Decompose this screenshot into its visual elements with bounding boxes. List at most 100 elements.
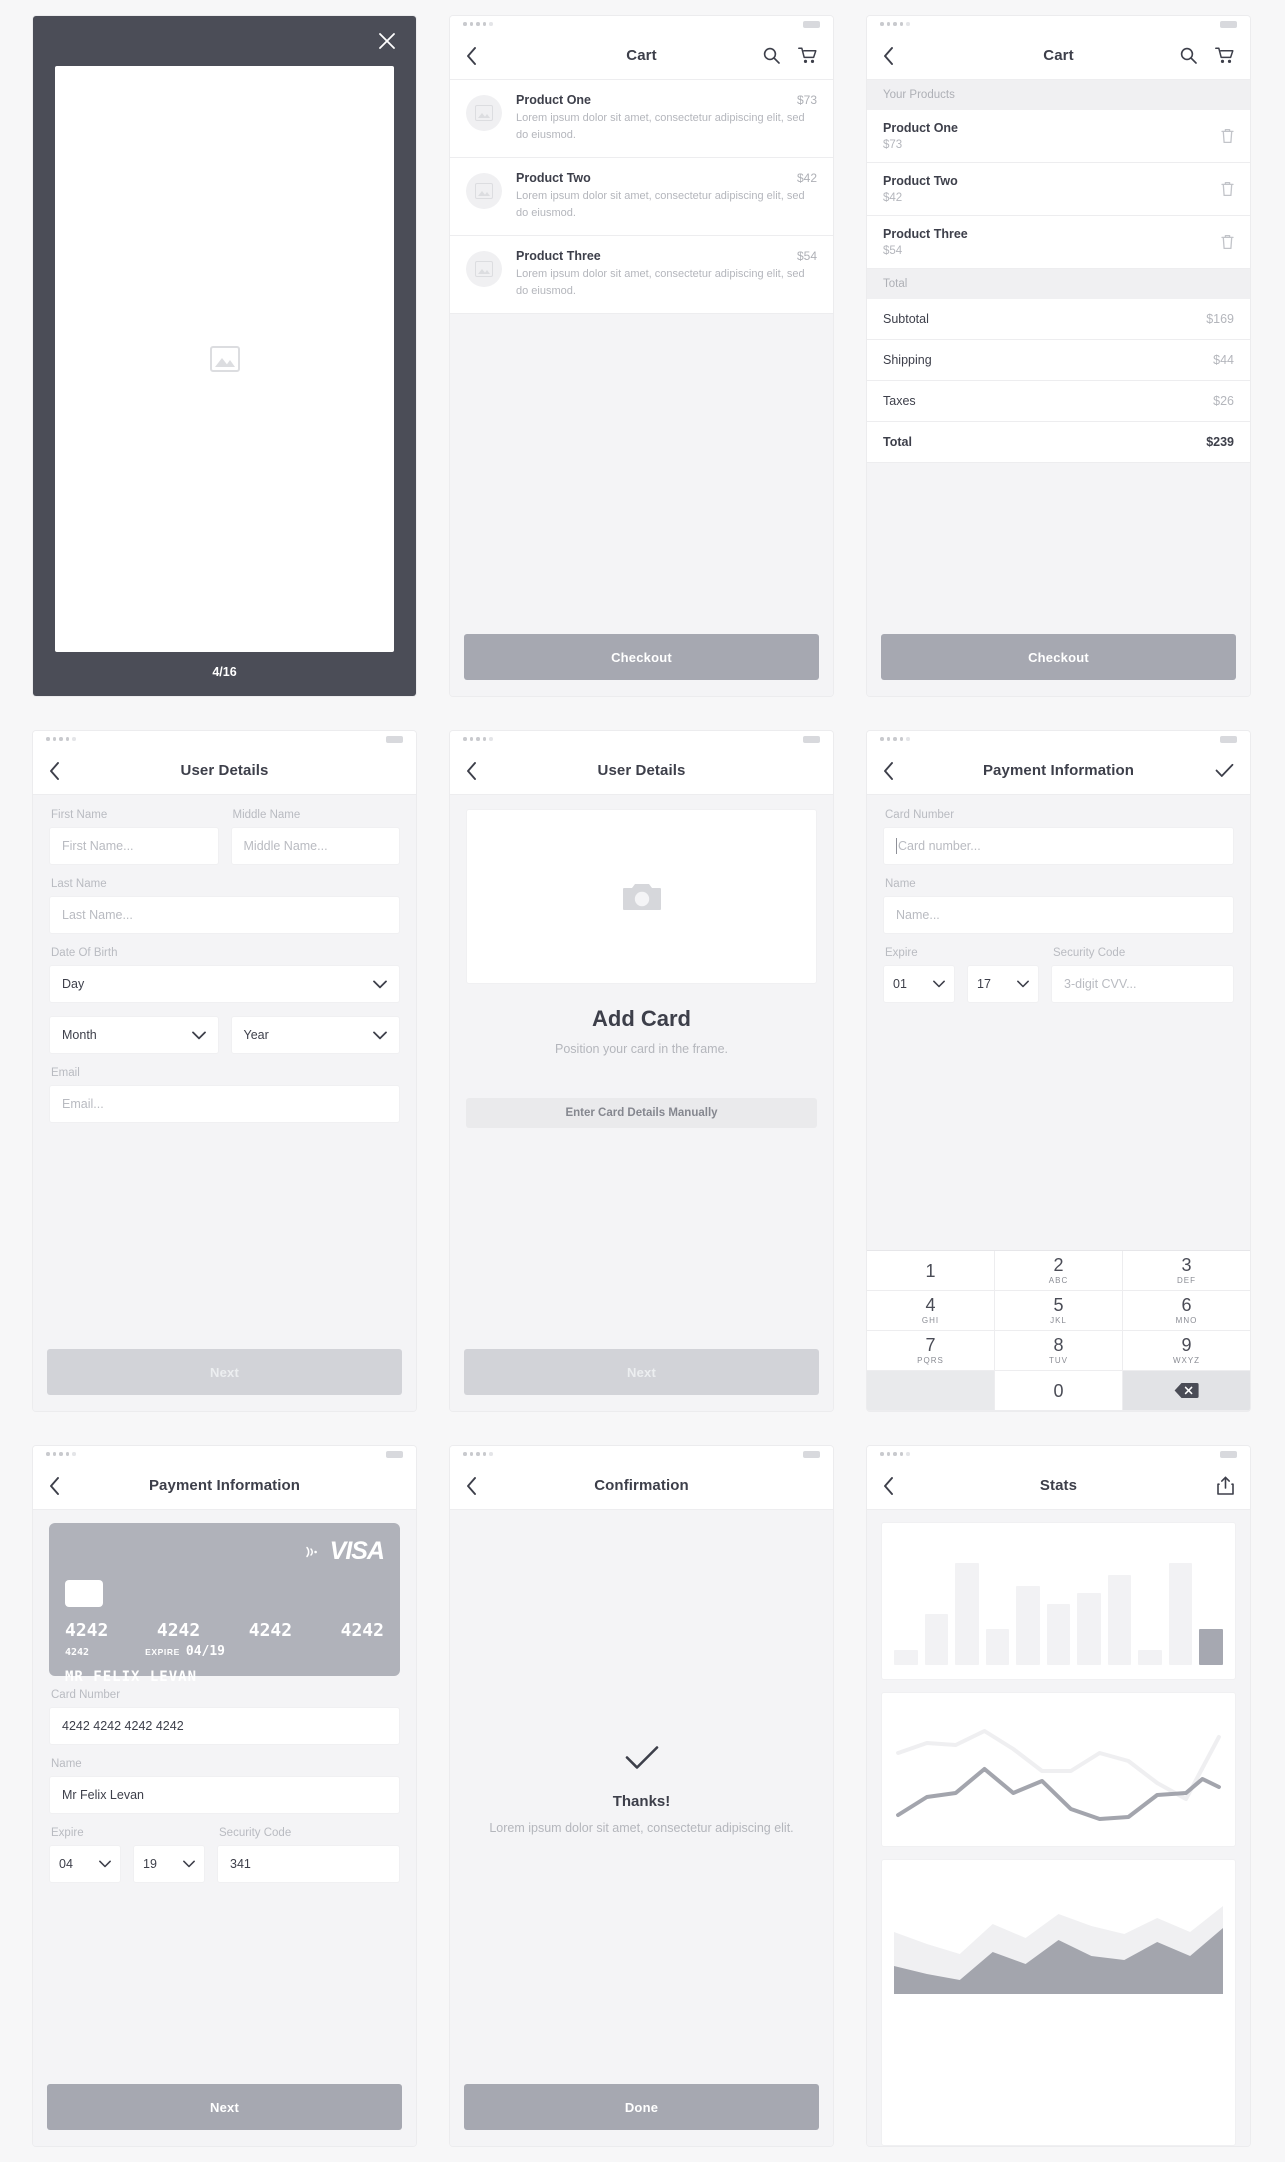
page-title: User Details (180, 762, 269, 779)
chevron-left-icon[interactable] (49, 1476, 60, 1495)
signal-dots-icon (463, 1452, 493, 1456)
key-0[interactable]: 0 (995, 1371, 1123, 1411)
expire-month-select[interactable]: 01 (883, 965, 955, 1003)
page-title: Confirmation (594, 1477, 689, 1494)
next-button[interactable]: Next (47, 1349, 402, 1395)
chevron-left-icon[interactable] (883, 46, 894, 65)
status-bar (867, 16, 1250, 32)
first-name-input[interactable]: First Name... (49, 827, 219, 865)
name-input[interactable]: Mr Felix Levan (49, 1776, 400, 1814)
last-name-input[interactable]: Last Name... (49, 896, 400, 934)
product-price: $73 (796, 93, 817, 107)
cvv-input[interactable]: 3-digit CVV... (1051, 965, 1234, 1003)
search-icon[interactable] (763, 47, 780, 64)
battery-icon (1220, 1450, 1237, 1458)
payment-filled-body: VISA 4242 4242 4242 4242 4242 EXPIRE 04/… (33, 1510, 416, 2146)
name-input[interactable]: Name... (883, 896, 1234, 934)
signal-dots-icon (46, 1452, 76, 1456)
summary-product-row[interactable]: Product Three $54 (867, 216, 1250, 269)
check-icon[interactable] (1215, 763, 1234, 778)
checkout-button[interactable]: Checkout (464, 634, 819, 680)
key-2[interactable]: 2 ABC (995, 1251, 1123, 1291)
search-icon[interactable] (1180, 47, 1197, 64)
chevron-left-icon[interactable] (466, 46, 477, 65)
chevron-down-icon (373, 1031, 387, 1040)
done-button[interactable]: Done (464, 2084, 819, 2130)
close-icon[interactable] (378, 32, 396, 50)
gallery-image[interactable] (55, 66, 394, 652)
key-4[interactable]: 4 GHI (867, 1291, 995, 1331)
card-number-group: 4242 (340, 1620, 384, 1641)
signal-dots-icon (880, 1452, 910, 1456)
battery-icon (803, 735, 820, 743)
year-select[interactable]: Year (230, 1016, 400, 1054)
cart-item[interactable]: Product Two $42 Lorem ipsum dolor sit am… (450, 158, 833, 236)
day-select[interactable]: Day (49, 965, 400, 1003)
next-button[interactable]: Next (47, 2084, 402, 2130)
enter-card-manually-button[interactable]: Enter Card Details Manually (466, 1098, 817, 1128)
key-5[interactable]: 5 JKL (995, 1291, 1123, 1331)
card-number-display: 4242 4242 4242 4242 (65, 1620, 384, 1641)
expire-label: Expire (885, 947, 918, 959)
payment-filled-form: Card Number 4242 4242 4242 4242 Name Mr … (33, 1676, 416, 1883)
cart-item[interactable]: Product Three $54 Lorem ipsum dolor sit … (450, 236, 833, 314)
key-3[interactable]: 3 DEF (1123, 1251, 1250, 1291)
key-number: 5 (1053, 1295, 1064, 1315)
key-9[interactable]: 9 WXYZ (1123, 1331, 1250, 1371)
bar (1107, 1575, 1132, 1665)
cart-item[interactable]: Product One $73 Lorem ipsum dolor sit am… (450, 80, 833, 158)
line-series-light (896, 1729, 1221, 1801)
chevron-down-icon (1017, 980, 1029, 988)
key-letters: TUV (1049, 1356, 1068, 1365)
card-number-input[interactable]: Card number... (883, 827, 1234, 865)
chevron-left-icon[interactable] (883, 761, 894, 780)
trash-icon[interactable] (1221, 234, 1234, 250)
trash-icon[interactable] (1221, 128, 1234, 144)
key-backspace[interactable] (1123, 1371, 1250, 1411)
bar (1046, 1603, 1071, 1665)
stats-body (867, 1510, 1250, 2146)
key-8[interactable]: 8 TUV (995, 1331, 1123, 1371)
key-7[interactable]: 7 PQRS (867, 1331, 995, 1371)
share-icon[interactable] (1217, 1476, 1234, 1495)
screen-gallery: 4/16 (33, 16, 416, 696)
middle-name-input[interactable]: Middle Name... (230, 827, 400, 865)
next-button[interactable]: Next (464, 1349, 819, 1395)
shopping-cart-icon[interactable] (798, 47, 817, 64)
user-details-form: First Name First Name... Middle Name Mid… (33, 795, 416, 1230)
chevron-left-icon[interactable] (466, 761, 477, 780)
product-thumbnail (466, 251, 502, 287)
key-number: 8 (1053, 1335, 1064, 1355)
chevron-left-icon[interactable] (49, 761, 60, 780)
email-input[interactable]: Email... (49, 1085, 400, 1123)
chevron-left-icon[interactable] (466, 1476, 477, 1495)
security-code-label: Security Code (1053, 947, 1126, 959)
shopping-cart-icon[interactable] (1215, 47, 1234, 64)
trash-icon[interactable] (1221, 181, 1234, 197)
cvv-input[interactable]: 341 (217, 1845, 400, 1883)
key-6[interactable]: 6 MNO (1123, 1291, 1250, 1331)
month-select[interactable]: Month (49, 1016, 219, 1054)
chevron-left-icon[interactable] (883, 1476, 894, 1495)
product-thumbnail (466, 173, 502, 209)
expire-year-select[interactable]: 19 (133, 1845, 205, 1883)
spacer (33, 1883, 416, 2072)
expire-month-select[interactable]: 04 (49, 1845, 121, 1883)
card-number-input[interactable]: 4242 4242 4242 4242 (49, 1707, 400, 1745)
total-label: Subtotal (883, 312, 929, 326)
summary-product-row[interactable]: Product Two $42 (867, 163, 1250, 216)
image-placeholder-icon (475, 183, 493, 199)
expire-year-select[interactable]: 17 (967, 965, 1039, 1003)
add-card-subheading: Position your card in the frame. (555, 1042, 728, 1056)
summary-product-row[interactable]: Product One $73 (867, 110, 1250, 163)
key-1[interactable]: 1 (867, 1251, 995, 1291)
checkout-button[interactable]: Checkout (881, 634, 1236, 680)
card-capture-frame[interactable] (466, 809, 817, 984)
product-description: Lorem ipsum dolor sit amet, consectetur … (516, 190, 805, 219)
image-placeholder-icon (475, 261, 493, 277)
bar-chart-card (881, 1522, 1236, 1680)
first-name-label: First Name (51, 809, 108, 821)
bar (1138, 1649, 1162, 1665)
page-title: User Details (597, 762, 686, 779)
keypad-row: 7 PQRS 8 TUV 9 WXYZ (867, 1331, 1250, 1371)
